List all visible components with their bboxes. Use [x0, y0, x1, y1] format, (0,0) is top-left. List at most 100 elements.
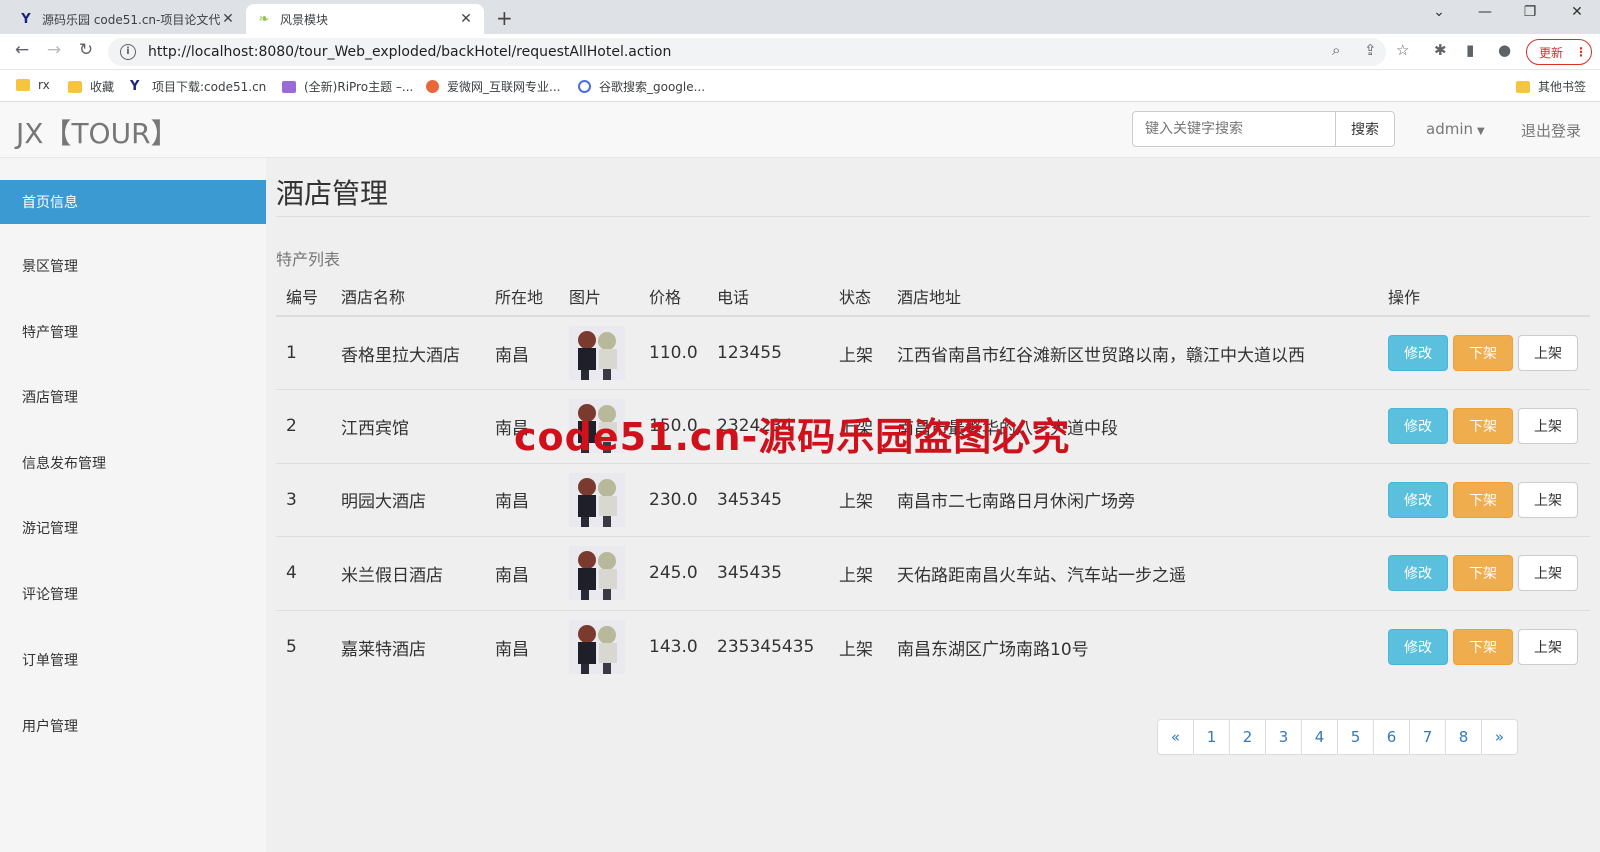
put-on-button[interactable]: 上架	[1518, 335, 1578, 371]
table-row: 1 香格里拉大酒店 南昌 110.0 123455 上架 江西省南昌市红谷滩新区世贸路以南，…	[276, 315, 1590, 390]
sidebar-item-orders[interactable]: 订单管理	[0, 638, 266, 682]
search-input[interactable]	[1132, 111, 1336, 147]
cell-actions: 修改 下架 上架	[1378, 462, 1590, 537]
page-next-link[interactable]: »	[1481, 719, 1518, 755]
edit-button[interactable]: 修改	[1388, 408, 1448, 445]
sidebar-item-travelogue[interactable]: 游记管理	[0, 506, 266, 550]
yandex-favicon-icon: Y	[130, 78, 140, 94]
bookmark-item[interactable]: 谷歌搜索_google...	[578, 78, 705, 95]
browser-tab-scenery[interactable]: ❧ 风景模块 ✕	[246, 4, 484, 34]
folder-icon	[68, 80, 82, 93]
user-dropdown[interactable]: admin ▼	[1426, 120, 1485, 138]
put-on-button[interactable]: 上架	[1518, 408, 1578, 445]
page-number-link[interactable]: 7	[1409, 719, 1446, 755]
take-down-button[interactable]: 下架	[1453, 408, 1513, 445]
close-window-icon[interactable]: ✕	[1562, 4, 1592, 20]
take-down-button[interactable]: 下架	[1453, 481, 1513, 518]
bookmark-item[interactable]: 收藏	[68, 78, 114, 95]
column-header: 价格	[639, 276, 707, 317]
sidebar-item-news[interactable]: 信息发布管理	[0, 441, 266, 485]
column-header: 状态	[829, 276, 887, 317]
take-down-button[interactable]: 下架	[1453, 555, 1513, 592]
sidebar-item-comments[interactable]: 评论管理	[0, 572, 266, 616]
minimize-icon[interactable]: —	[1470, 4, 1500, 20]
put-on-button[interactable]: 上架	[1518, 481, 1578, 518]
address-bar[interactable]: i http://localhost:8080/tour_Web_explode…	[108, 38, 1386, 66]
url-text: http://localhost:8080/tour_Web_exploded/…	[148, 44, 672, 60]
cell-status: 上架	[829, 536, 887, 610]
sidebar-item-hotel[interactable]: 酒店管理	[0, 375, 266, 419]
sidebar: 首页信息 景区管理 特产管理 酒店管理 信息发布管理 游记管理 评论管理 订单管…	[0, 158, 266, 852]
cell-phone: 235345435	[707, 609, 829, 684]
bookmark-item[interactable]: Y 项目下载:code51.cn	[130, 78, 266, 95]
forward-icon[interactable]: →	[42, 40, 66, 60]
cell-image	[559, 609, 639, 684]
cell-name: 米兰假日酒店	[331, 536, 485, 610]
cell-status: 上架	[829, 315, 887, 390]
cell-name: 嘉莱特酒店	[331, 609, 485, 684]
edit-button[interactable]: 修改	[1388, 335, 1448, 371]
page-number-link[interactable]: 5	[1337, 719, 1374, 755]
cell-phone: 2324234	[707, 389, 829, 463]
search-button[interactable]: 搜索	[1335, 111, 1395, 147]
caret-down-icon: ▼	[1477, 126, 1485, 137]
page-number-link[interactable]: 3	[1265, 719, 1302, 755]
extensions-icon[interactable]: ✱	[1434, 41, 1447, 59]
put-on-button[interactable]: 上架	[1518, 555, 1578, 592]
page-number-link[interactable]: 1	[1193, 719, 1230, 755]
bookmark-label: rx	[38, 78, 50, 92]
close-tab-icon[interactable]: ✕	[458, 11, 474, 27]
list-caption: 特产列表	[276, 250, 341, 269]
side-panel-icon[interactable]: ▮	[1466, 41, 1474, 59]
sidebar-item-scenic[interactable]: 景区管理	[0, 244, 266, 288]
app-navbar: JX【TOUR】 搜索 admin ▼ 退出登录	[0, 102, 1600, 158]
cell-price: 110.0	[639, 315, 707, 390]
bookmark-item[interactable]: (全新)RiPro主题 –...	[282, 78, 413, 95]
take-down-button[interactable]: 下架	[1453, 629, 1513, 665]
cell-actions: 修改 下架 上架	[1378, 389, 1590, 463]
page-number-link[interactable]: 2	[1229, 719, 1266, 755]
site-info-icon[interactable]: i	[120, 44, 136, 60]
browser-toolbar: ← → ↻ i http://localhost:8080/tour_Web_e…	[0, 34, 1600, 70]
restore-icon[interactable]: ❐	[1515, 4, 1545, 20]
page-prev-link[interactable]: «	[1157, 719, 1194, 755]
sidebar-item-users[interactable]: 用户管理	[0, 704, 266, 748]
more-menu-icon[interactable]: ⋮	[1575, 45, 1587, 59]
cell-actions: 修改 下架 上架	[1378, 315, 1590, 390]
cell-location: 南昌	[485, 609, 559, 684]
new-tab-icon[interactable]: +	[496, 6, 513, 30]
cell-id: 4	[276, 536, 331, 610]
tab-title: 风景模块	[280, 12, 329, 27]
page-number-link[interactable]: 8	[1445, 719, 1482, 755]
page-number-link[interactable]: 6	[1373, 719, 1410, 755]
close-tab-icon[interactable]: ✕	[220, 11, 236, 27]
put-on-button[interactable]: 上架	[1518, 629, 1578, 665]
share-icon[interactable]: ⇪	[1364, 41, 1377, 59]
logout-link[interactable]: 退出登录	[1521, 120, 1581, 141]
zoom-icon[interactable]: ⌕	[1332, 41, 1340, 59]
browser-tab-code51[interactable]: Y 源码乐园 code51.cn-项目论文代 ✕	[8, 4, 246, 34]
bookmark-item[interactable]: rx	[16, 78, 50, 92]
profile-avatar-icon[interactable]: ●	[1498, 41, 1511, 59]
yandex-favicon-icon: Y	[21, 11, 31, 27]
edit-button[interactable]: 修改	[1388, 555, 1448, 592]
update-button[interactable]: 更新 ⋮	[1526, 39, 1592, 65]
brand-logo[interactable]: JX【TOUR】	[16, 112, 179, 152]
page-number-link[interactable]: 4	[1301, 719, 1338, 755]
edit-button[interactable]: 修改	[1388, 481, 1448, 518]
tab-search-icon[interactable]: ⌄	[1424, 4, 1454, 20]
cell-name: 明园大酒店	[331, 462, 485, 537]
column-header: 酒店地址	[887, 276, 1378, 317]
sidebar-item-home[interactable]: 首页信息	[0, 180, 266, 224]
bookmark-item[interactable]: 爱微网_互联网专业...	[426, 78, 560, 95]
bookmark-label: 爱微网_互联网专业...	[447, 80, 561, 94]
bookmark-star-icon[interactable]: ☆	[1396, 41, 1409, 59]
other-bookmarks[interactable]: 其他书签	[1516, 78, 1586, 95]
back-icon[interactable]: ←	[10, 40, 34, 60]
cell-actions: 修改 下架 上架	[1378, 609, 1590, 684]
take-down-button[interactable]: 下架	[1453, 335, 1513, 371]
sidebar-item-specialty[interactable]: 特产管理	[0, 310, 266, 354]
reload-icon[interactable]: ↻	[74, 40, 98, 60]
edit-button[interactable]: 修改	[1388, 629, 1448, 665]
hotel-thumbnail	[569, 620, 625, 674]
